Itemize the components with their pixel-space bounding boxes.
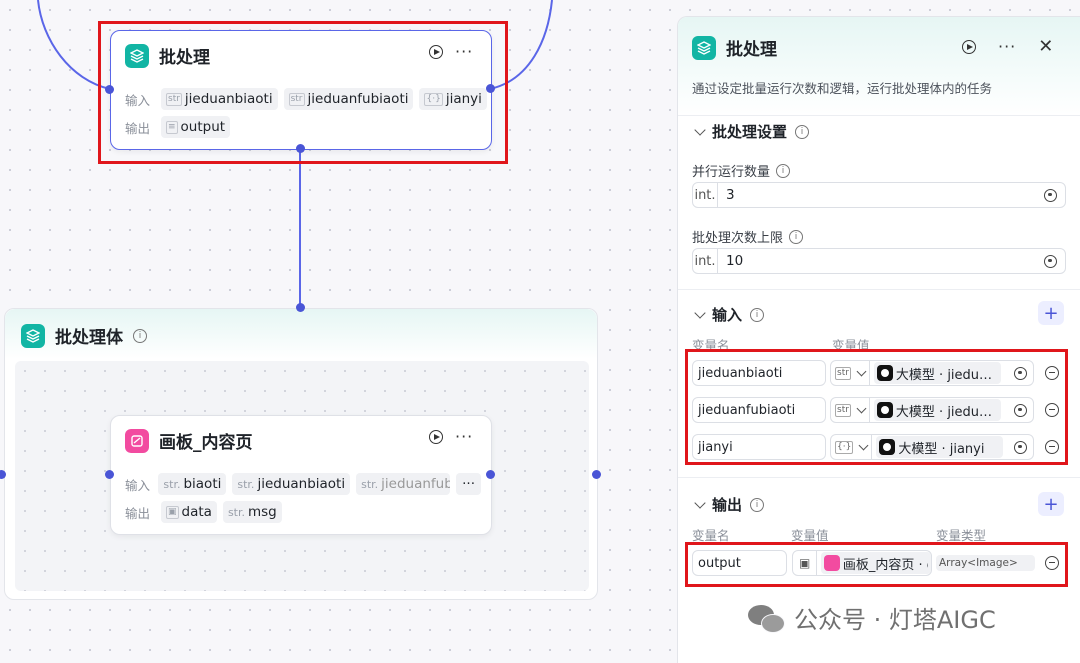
node-title: 画板_内容页 — [159, 433, 253, 453]
close-icon[interactable]: ✕ — [1038, 38, 1053, 56]
chevron-down-icon — [694, 496, 706, 509]
container-top-port[interactable] — [296, 303, 305, 312]
info-icon[interactable]: i — [133, 328, 147, 343]
canvas-output-port[interactable] — [486, 470, 495, 479]
more-icon[interactable]: ··· — [455, 429, 473, 445]
chevron-down-icon — [694, 123, 706, 136]
container-title: 批处理体 — [55, 328, 123, 348]
limit-label: 批处理次数上限 — [692, 231, 784, 246]
info-icon[interactable]: i — [789, 229, 804, 244]
output-tag: str. msg — [222, 501, 282, 523]
watermark: 公众号 · 灯塔AIGC — [748, 600, 996, 635]
parallel-label: 并行运行数量 — [692, 165, 771, 180]
input-tag: str. biaoti — [158, 473, 227, 495]
layers-icon — [692, 35, 716, 60]
input-section-header[interactable]: 输入 i — [694, 304, 765, 325]
board-icon — [125, 428, 149, 453]
input-tag: str. jieduanbiaoti — [232, 473, 351, 495]
panel-title: 批处理 — [726, 40, 777, 60]
highlight-box — [685, 349, 1068, 465]
more-inputs-button[interactable]: ··· — [456, 473, 481, 495]
run-icon[interactable] — [429, 430, 443, 444]
batch-limit-input[interactable]: int. 10 — [692, 248, 1066, 274]
reference-icon — [1044, 188, 1057, 202]
output-label: 输出 — [125, 505, 151, 521]
canvas-input-port[interactable] — [105, 470, 114, 479]
reference-icon — [1044, 254, 1057, 268]
canvas-node[interactable]: 画板_内容页 ··· 输入 str. biaoti str. jieduanbiao… — [110, 415, 492, 535]
image-icon: ▣ — [166, 505, 179, 519]
info-icon[interactable]: i — [776, 163, 791, 178]
highlight-box — [685, 542, 1068, 587]
output-section-header[interactable]: 输出 i — [694, 494, 765, 515]
input-label: 输入 — [125, 477, 151, 493]
layers-icon — [21, 323, 45, 348]
more-icon[interactable]: ··· — [998, 39, 1016, 55]
highlight-box — [98, 21, 508, 164]
info-icon: i — [750, 497, 765, 512]
input-tag: str. jieduanfubi — [356, 473, 451, 495]
add-output-button[interactable]: + — [1038, 492, 1064, 516]
run-icon[interactable] — [962, 40, 976, 54]
panel-description: 通过设定批量运行次数和逻辑，运行批处理体内的任务 — [692, 81, 993, 96]
container-right-port[interactable] — [592, 470, 601, 479]
info-icon: i — [795, 124, 810, 139]
output-tag: ▣ data — [161, 501, 217, 523]
info-icon: i — [750, 307, 765, 322]
parallel-count-input[interactable]: int. 3 — [692, 182, 1066, 208]
add-input-button[interactable]: + — [1038, 301, 1064, 325]
wechat-icon — [748, 603, 786, 633]
chevron-down-icon — [694, 306, 706, 319]
settings-section-header[interactable]: 批处理设置 i — [694, 121, 810, 142]
